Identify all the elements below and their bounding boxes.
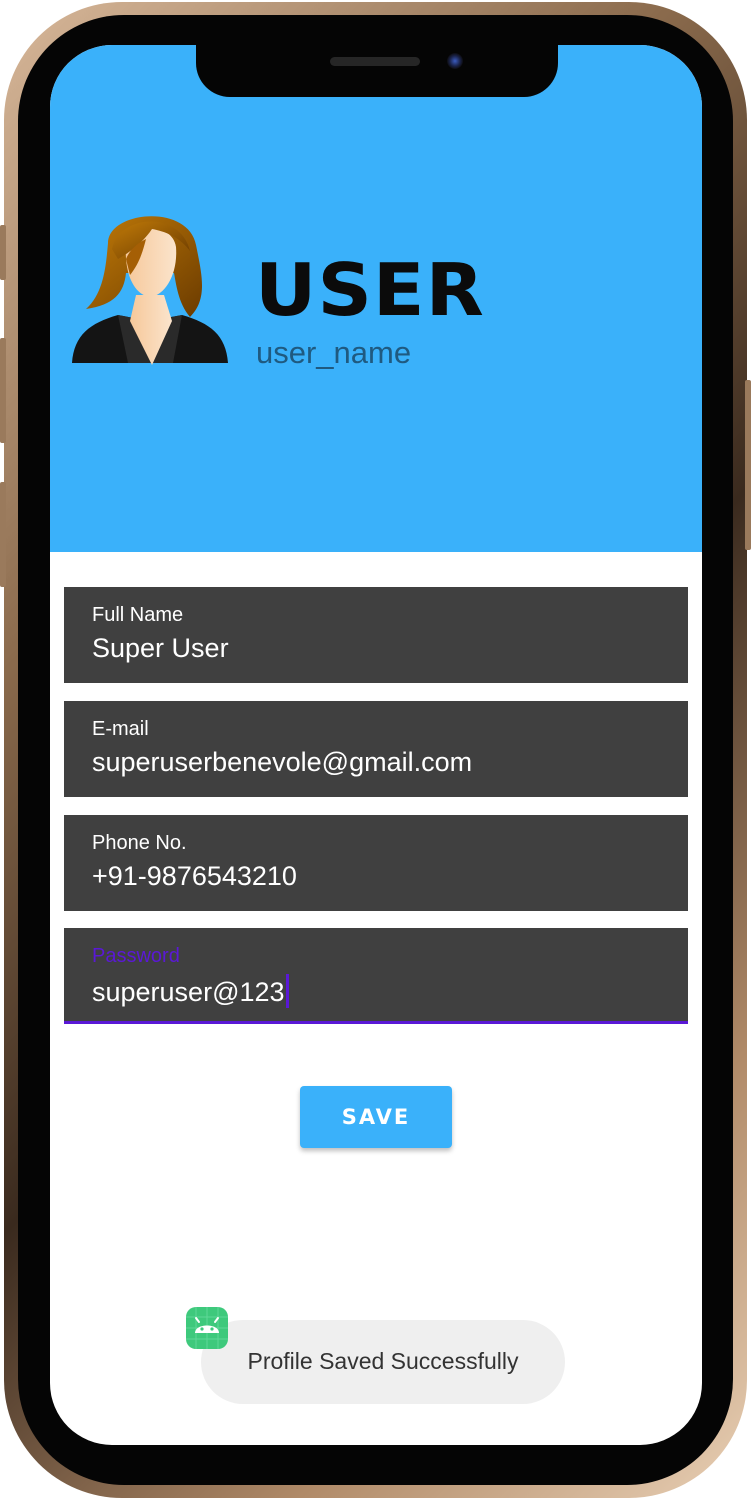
user-avatar-icon: [72, 216, 228, 365]
speaker-grille: [330, 57, 420, 66]
password-value-wrap[interactable]: superuser@123: [92, 974, 289, 1008]
phone-field[interactable]: Phone No. +91-9876543210: [64, 815, 688, 911]
toast-notification: Profile Saved Successfully: [201, 1320, 565, 1404]
email-label: E-mail: [92, 718, 149, 740]
profile-header: USER user_name: [50, 45, 702, 552]
save-button[interactable]: SAVE: [300, 1086, 452, 1148]
email-field[interactable]: E-mail superuserbenevole@gmail.com: [64, 701, 688, 797]
full-name-field[interactable]: Full Name Super User: [64, 587, 688, 683]
email-value[interactable]: superuserbenevole@gmail.com: [92, 747, 472, 778]
phone-value[interactable]: +91-9876543210: [92, 861, 297, 892]
volume-down-button: [0, 482, 6, 587]
phone-notch: [196, 45, 558, 97]
power-button: [745, 380, 751, 550]
toast-message: Profile Saved Successfully: [247, 1348, 519, 1374]
android-icon: [186, 1307, 228, 1349]
password-value[interactable]: superuser@123: [92, 977, 285, 1007]
phone-label: Phone No.: [92, 832, 187, 854]
volume-up-button: [0, 338, 6, 443]
password-field[interactable]: Password superuser@123: [64, 928, 688, 1024]
text-caret: [285, 974, 289, 1008]
full-name-label: Full Name: [92, 604, 184, 626]
app-screen: USER user_name Full Name Super User E-ma…: [50, 45, 702, 1445]
user-title: USER: [255, 248, 485, 332]
full-name-value[interactable]: Super User: [92, 633, 229, 664]
password-label: Password: [92, 945, 180, 967]
username-label: user_name: [256, 335, 412, 370]
front-camera-icon: [447, 53, 463, 69]
mute-switch: [0, 225, 6, 280]
